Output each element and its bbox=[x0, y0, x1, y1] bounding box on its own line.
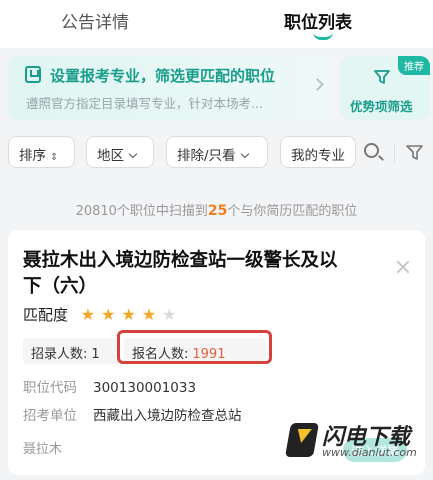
match-rating-row: 匹配度 ★ ★ ★ ★ ★ bbox=[23, 304, 183, 325]
my-major-label: 我的专业 bbox=[291, 148, 345, 164]
position-code-row: 职位代码 300130001033 bbox=[23, 376, 196, 396]
exclude-label: 排除/只看 bbox=[177, 148, 236, 164]
filter-icon bbox=[374, 70, 390, 84]
sort-dropdown[interactable]: 排序 ⇕ bbox=[8, 136, 75, 168]
banner-subtitle: 遵照官方指定目录填写专业，针对本场考... bbox=[26, 96, 263, 111]
summary-prefix: 20810个职位中扫描到 bbox=[75, 204, 208, 219]
star-empty-icon: ★ bbox=[162, 305, 177, 324]
advantage-filter-card[interactable]: 推荐 优势项筛选 bbox=[340, 56, 430, 120]
recruiting-unit-label: 招考单位 bbox=[23, 408, 77, 424]
tab-announcement-detail[interactable]: 公告详情 bbox=[61, 8, 129, 33]
region-label: 地区 bbox=[97, 148, 124, 164]
rating-stars: ★ ★ ★ ★ ★ bbox=[81, 305, 183, 324]
sort-arrows-icon: ⇕ bbox=[50, 152, 59, 163]
job-title: 聂拉木出入境边防检查站一级警长及以下（六） bbox=[23, 250, 338, 297]
star-filled-icon: ★ bbox=[80, 305, 96, 324]
star-filled-icon: ★ bbox=[101, 305, 116, 324]
recruit-value: 1 bbox=[91, 347, 100, 362]
match-count: 25 bbox=[207, 203, 228, 219]
divider bbox=[394, 144, 395, 162]
close-icon[interactable] bbox=[396, 260, 410, 274]
recruiting-unit-row: 招考单位 西藏出入境边防检查总站 bbox=[23, 404, 242, 424]
chevron-down-icon bbox=[128, 149, 138, 159]
advanced-filter-icon[interactable] bbox=[405, 143, 425, 163]
star-filled-icon: ★ bbox=[121, 305, 136, 324]
match-label: 匹配度 bbox=[23, 306, 69, 324]
location-text: 聂拉木 bbox=[23, 442, 63, 457]
set-major-banner[interactable]: 设置报考专业，筛选更匹配的职位 遵照官方指定目录填写专业，针对本场考... bbox=[8, 56, 332, 120]
tab-position-list[interactable]: 职位列表 bbox=[284, 8, 352, 33]
filter-bar: 排序 ⇕ 地区 排除/只看 我的专业 bbox=[0, 136, 433, 172]
chevron-right-icon bbox=[311, 78, 324, 91]
recruiting-unit-value: 西藏出入境边防检查总站 bbox=[93, 408, 242, 424]
region-dropdown[interactable]: 地区 bbox=[86, 136, 154, 168]
position-code-label: 职位代码 bbox=[23, 380, 77, 396]
sort-label: 排序 bbox=[19, 148, 46, 164]
recruit-count-box: 招录人数: 1 bbox=[23, 338, 119, 364]
my-major-button[interactable]: 我的专业 bbox=[280, 136, 356, 168]
scan-summary: 20810个职位中扫描到25个与你简历匹配的职位 bbox=[0, 200, 433, 219]
bookmark-icon bbox=[25, 66, 41, 83]
star-filled-icon: ★ bbox=[141, 305, 157, 324]
recruit-label: 招录人数: bbox=[31, 347, 88, 362]
exclude-dropdown[interactable]: 排除/只看 bbox=[166, 136, 268, 168]
watermark-url: www.dianlut.com bbox=[322, 446, 417, 459]
banner-title: 设置报考专业，筛选更匹配的职位 bbox=[50, 67, 276, 85]
chevron-down-icon bbox=[240, 149, 249, 159]
watermark-logo: 闪电下载 www.dianlut.com bbox=[282, 413, 417, 465]
highlight-annotation bbox=[117, 330, 272, 364]
summary-suffix: 个与你简历匹配的职位 bbox=[227, 204, 358, 219]
search-icon[interactable] bbox=[364, 143, 379, 158]
position-code-value: 300130001033 bbox=[93, 380, 197, 396]
active-tab-indicator bbox=[313, 32, 333, 40]
top-tab-bar: 公告详情 职位列表 bbox=[0, 0, 433, 48]
advantage-filter-label: 优势项筛选 bbox=[350, 99, 413, 114]
recommend-badge: 推荐 bbox=[398, 56, 430, 75]
